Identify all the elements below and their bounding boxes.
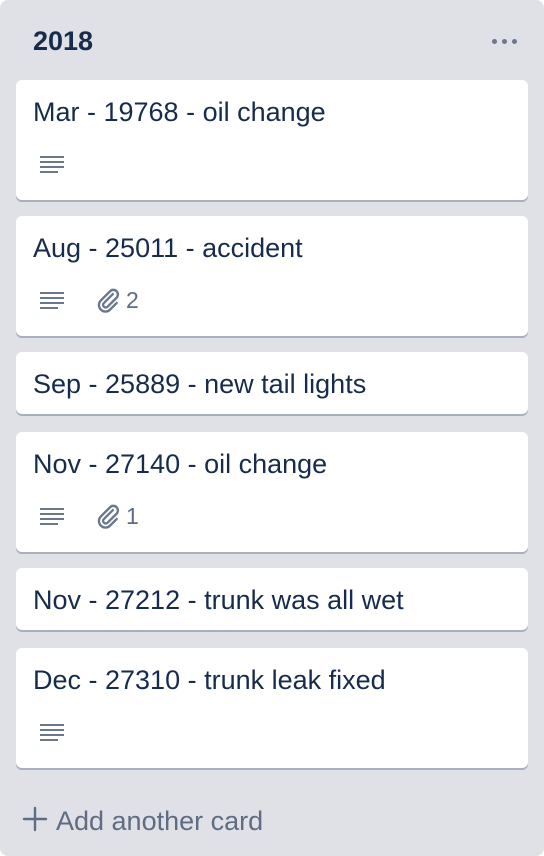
card-title: Sep - 25889 - new tail lights [33,369,367,399]
attachment-count: 2 [126,287,139,313]
card-badges [39,718,65,746]
card[interactable]: Dec - 27310 - trunk leak fixed [16,648,528,768]
ellipsis-icon [491,38,497,44]
card-title: Dec - 27310 - trunk leak fixed [33,665,386,695]
attachments-badge: 1 [95,502,139,530]
list-header: 2018 [0,0,544,80]
card-title: Mar - 19768 - oil change [33,97,326,127]
description-icon [39,718,65,746]
card-badges [39,150,65,178]
ellipsis-dot [511,38,517,44]
card-title: Nov - 27212 - trunk was all wet [33,585,404,615]
paperclip-icon [95,503,121,529]
card-badges: 2 [39,286,139,314]
ellipsis-dot [501,38,507,44]
card-title: Aug - 25011 - accident [33,233,303,263]
card[interactable]: Aug - 25011 - accident 2 [16,216,528,336]
attachment-count: 1 [126,503,139,529]
add-card-label: Add another card [56,806,264,836]
card[interactable]: Nov - 27212 - trunk was all wet [16,568,528,630]
card-title: Nov - 27140 - oil change [33,449,328,479]
attachments-badge: 2 [95,286,139,314]
description-icon [39,286,65,314]
list-2018: 2018 Mar - 19768 - oil change Aug - 2501… [0,0,544,856]
list-title[interactable]: 2018 [33,24,93,58]
add-another-card-button[interactable]: Add another card [22,800,522,842]
description-icon [39,502,65,530]
plus-icon [22,806,48,837]
card[interactable]: Nov - 27140 - oil change 1 [16,432,528,552]
card-badges: 1 [39,502,139,530]
card[interactable]: Mar - 19768 - oil change [16,80,528,200]
description-icon [39,150,65,178]
paperclip-icon [95,287,121,313]
list-menu-button[interactable] [484,24,524,58]
card[interactable]: Sep - 25889 - new tail lights [16,352,528,414]
